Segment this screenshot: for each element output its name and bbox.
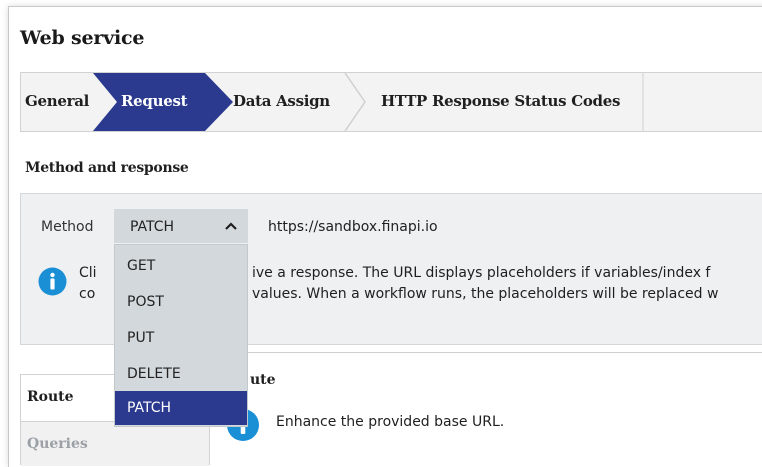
dialog-title: Web service — [20, 27, 145, 49]
dropdown-option-label: GET — [127, 258, 156, 274]
dropdown-option-put[interactable]: PUT — [115, 321, 247, 355]
method-section-heading: Method and response — [25, 160, 189, 176]
method-select[interactable]: PATCH — [114, 209, 248, 243]
side-item-label: Queries — [27, 436, 88, 452]
method-dropdown: GET POST PUT DELETE PATCH — [114, 244, 248, 427]
method-select-value: PATCH — [130, 219, 175, 235]
side-item-queries[interactable]: Queries — [21, 421, 209, 466]
base-url: https://sandbox.finapi.io — [268, 219, 438, 235]
dropdown-option-post[interactable]: POST — [115, 285, 247, 319]
dropdown-option-label: PATCH — [127, 400, 172, 416]
dropdown-option-label: PUT — [127, 330, 155, 346]
info-text-line1-right: ive a response. The URL displays placeho… — [252, 265, 711, 281]
route-description: Enhance the provided base URL. — [276, 414, 505, 430]
dropdown-option-patch[interactable]: PATCH — [115, 391, 247, 425]
chevron-up-icon — [225, 222, 237, 230]
dropdown-option-get[interactable]: GET — [115, 249, 247, 283]
dropdown-option-label: POST — [127, 294, 164, 310]
tab-http-response-status-codes[interactable]: HTTP Response Status Codes — [381, 92, 620, 110]
tab-general[interactable]: General — [25, 92, 89, 110]
side-item-label: Route — [27, 389, 74, 405]
info-text-line2-right: values. When a workflow runs, the placeh… — [252, 286, 719, 302]
method-label: Method — [41, 219, 94, 235]
divider — [244, 352, 762, 353]
info-icon — [38, 267, 67, 296]
tab-data-assign[interactable]: Data Assign — [233, 92, 330, 110]
info-text-line2-left: co — [79, 286, 96, 302]
tab-request[interactable]: Request — [121, 92, 188, 110]
info-text-line1-left: Cli — [79, 265, 97, 281]
dropdown-option-label: DELETE — [127, 366, 181, 382]
tab-separator — [344, 73, 366, 131]
dropdown-option-delete[interactable]: DELETE — [115, 357, 247, 391]
route-section-title: ute — [250, 372, 276, 388]
step-tabs: General Request Data Assign HTTP Respons… — [20, 72, 762, 132]
